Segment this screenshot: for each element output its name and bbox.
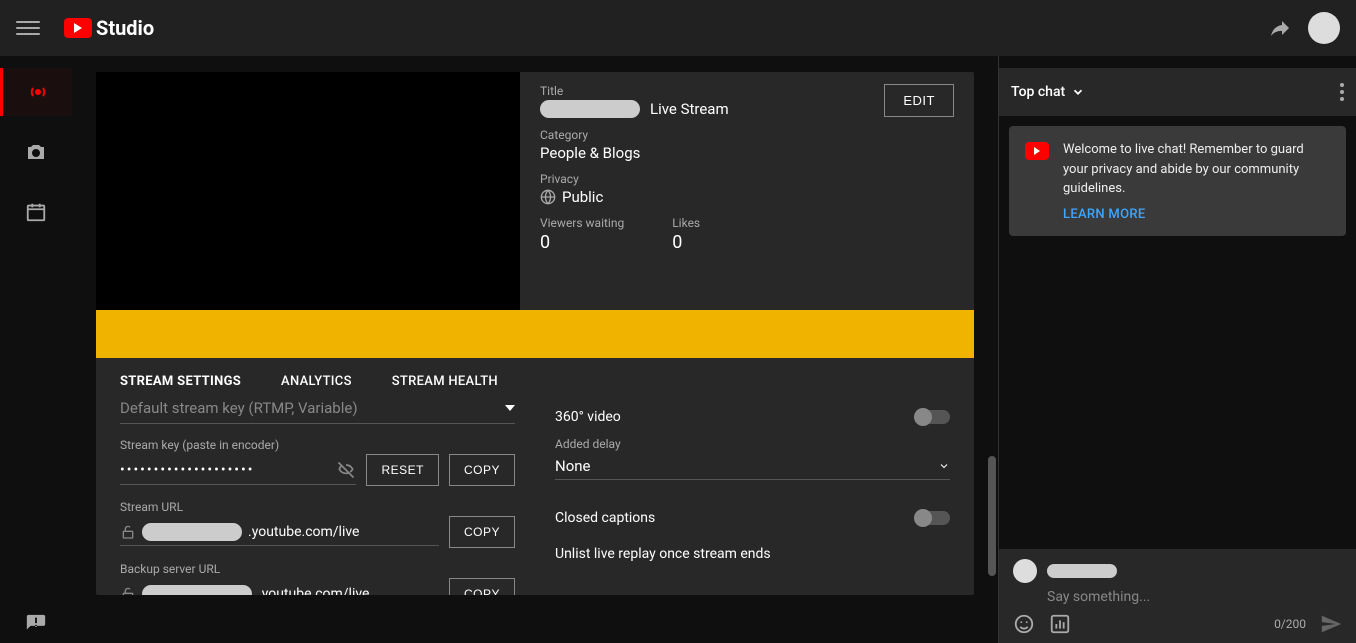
- tabs: STREAM SETTINGS ANALYTICS STREAM HEALTH: [96, 358, 974, 395]
- stream-url-label: Stream URL: [120, 500, 515, 514]
- main-layout: Title Live Stream EDIT Category People &…: [0, 56, 1356, 643]
- stream-preview: [96, 72, 520, 310]
- chat-header: Top chat: [999, 68, 1356, 116]
- chat-input[interactable]: Say something...: [1047, 589, 1342, 605]
- privacy-label: Privacy: [540, 172, 954, 186]
- closed-captions-toggle[interactable]: [916, 511, 950, 525]
- chevron-down-icon: [938, 460, 950, 472]
- added-delay-label: Added delay: [555, 437, 950, 451]
- 360-video-label: 360° video: [555, 409, 621, 425]
- chat-counter: 0/200: [1274, 617, 1306, 631]
- likes-label: Likes: [672, 216, 700, 230]
- viewers-label: Viewers waiting: [540, 216, 624, 230]
- copy-key-button[interactable]: COPY: [449, 454, 515, 486]
- category-label: Category: [540, 128, 954, 142]
- title-label: Title: [540, 84, 884, 98]
- chevron-down-icon: [1071, 85, 1085, 99]
- stream-key-input[interactable]: ••••••••••••••••••••: [120, 456, 356, 485]
- chat-welcome-card: Welcome to live chat! Remember to guard …: [1009, 126, 1346, 236]
- youtube-icon: [64, 18, 92, 38]
- likes-value: 0: [672, 232, 700, 253]
- content: Title Live Stream EDIT Category People &…: [72, 56, 1356, 643]
- backup-url-label: Backup server URL: [120, 562, 515, 576]
- studio-logo[interactable]: Studio: [64, 16, 154, 40]
- title-value: Live Stream: [540, 100, 884, 118]
- poll-icon[interactable]: [1049, 613, 1071, 635]
- added-delay-select[interactable]: None: [555, 453, 950, 480]
- tab-analytics[interactable]: ANALYTICS: [281, 374, 352, 395]
- chat-welcome-text: Welcome to live chat! Remember to guard …: [1063, 140, 1330, 199]
- topbar-left: Studio: [16, 16, 154, 40]
- copy-backup-button[interactable]: COPY: [449, 578, 515, 595]
- emoji-icon[interactable]: [1013, 613, 1035, 635]
- send-icon[interactable]: [1320, 613, 1342, 635]
- tab-stream-settings[interactable]: STREAM SETTINGS: [120, 374, 241, 395]
- stream-key-select[interactable]: Default stream key (RTMP, Variable): [120, 399, 515, 424]
- unlist-replay-label: Unlist live replay once stream ends: [555, 546, 771, 562]
- chat-user-name: [1047, 564, 1117, 578]
- reset-button[interactable]: RESET: [366, 454, 439, 486]
- chat-column: Top chat Welcome to live chat! Remember …: [998, 56, 1356, 643]
- viewers-value: 0: [540, 232, 624, 253]
- menu-icon[interactable]: [16, 16, 40, 40]
- closed-captions-label: Closed captions: [555, 510, 655, 526]
- youtube-icon: [1025, 142, 1049, 160]
- chat-menu-icon[interactable]: [1340, 83, 1344, 101]
- settings-right: 360° video Added delay None Closed capti…: [555, 399, 950, 595]
- copy-url-button[interactable]: COPY: [449, 516, 515, 548]
- lock-open-icon: [120, 586, 136, 596]
- lock-open-icon: [120, 524, 136, 540]
- rail-feedback-icon[interactable]: [0, 613, 72, 635]
- backup-url-input[interactable]: .youtube.com/live: [120, 581, 439, 596]
- tab-stream-health[interactable]: STREAM HEALTH: [392, 374, 498, 395]
- settings-body: Default stream key (RTMP, Variable) Stre…: [96, 395, 974, 595]
- rail-camera-icon[interactable]: [0, 128, 72, 176]
- chat-input-area: Say something... 0/200: [999, 549, 1356, 643]
- edit-button[interactable]: EDIT: [884, 84, 954, 117]
- share-icon[interactable]: [1268, 16, 1292, 40]
- center-column: Title Live Stream EDIT Category People &…: [72, 56, 998, 643]
- visibility-off-icon[interactable]: [336, 460, 356, 480]
- studio-text: Studio: [96, 16, 154, 40]
- globe-icon: [540, 189, 556, 205]
- topbar-right: [1268, 12, 1340, 44]
- warning-banner: [96, 310, 974, 358]
- chat-user-avatar: [1013, 559, 1037, 583]
- rail-calendar-icon[interactable]: [0, 188, 72, 236]
- chat-learn-more[interactable]: LEARN MORE: [1063, 207, 1330, 222]
- stream-metadata: Title Live Stream EDIT Category People &…: [520, 72, 974, 310]
- scrollbar[interactable]: [988, 456, 996, 576]
- stream-url-input[interactable]: .youtube.com/live: [120, 519, 439, 546]
- left-rail: [0, 56, 72, 643]
- settings-left: Default stream key (RTMP, Variable) Stre…: [120, 399, 515, 595]
- chat-body: Welcome to live chat! Remember to guard …: [999, 116, 1356, 549]
- topbar: Studio: [0, 0, 1356, 56]
- chat-mode-select[interactable]: Top chat: [1011, 84, 1085, 100]
- title-redacted: [540, 100, 640, 118]
- backup-url-redacted: [142, 585, 252, 596]
- 360-video-toggle[interactable]: [916, 410, 950, 424]
- stream-key-label: Stream key (paste in encoder): [120, 438, 515, 452]
- avatar[interactable]: [1308, 12, 1340, 44]
- chevron-down-icon: [505, 405, 515, 411]
- privacy-value: Public: [540, 188, 954, 206]
- category-value: People & Blogs: [540, 144, 954, 162]
- rail-stream-icon[interactable]: [0, 68, 72, 116]
- stream-box: Title Live Stream EDIT Category People &…: [96, 72, 974, 595]
- url-redacted: [142, 523, 242, 541]
